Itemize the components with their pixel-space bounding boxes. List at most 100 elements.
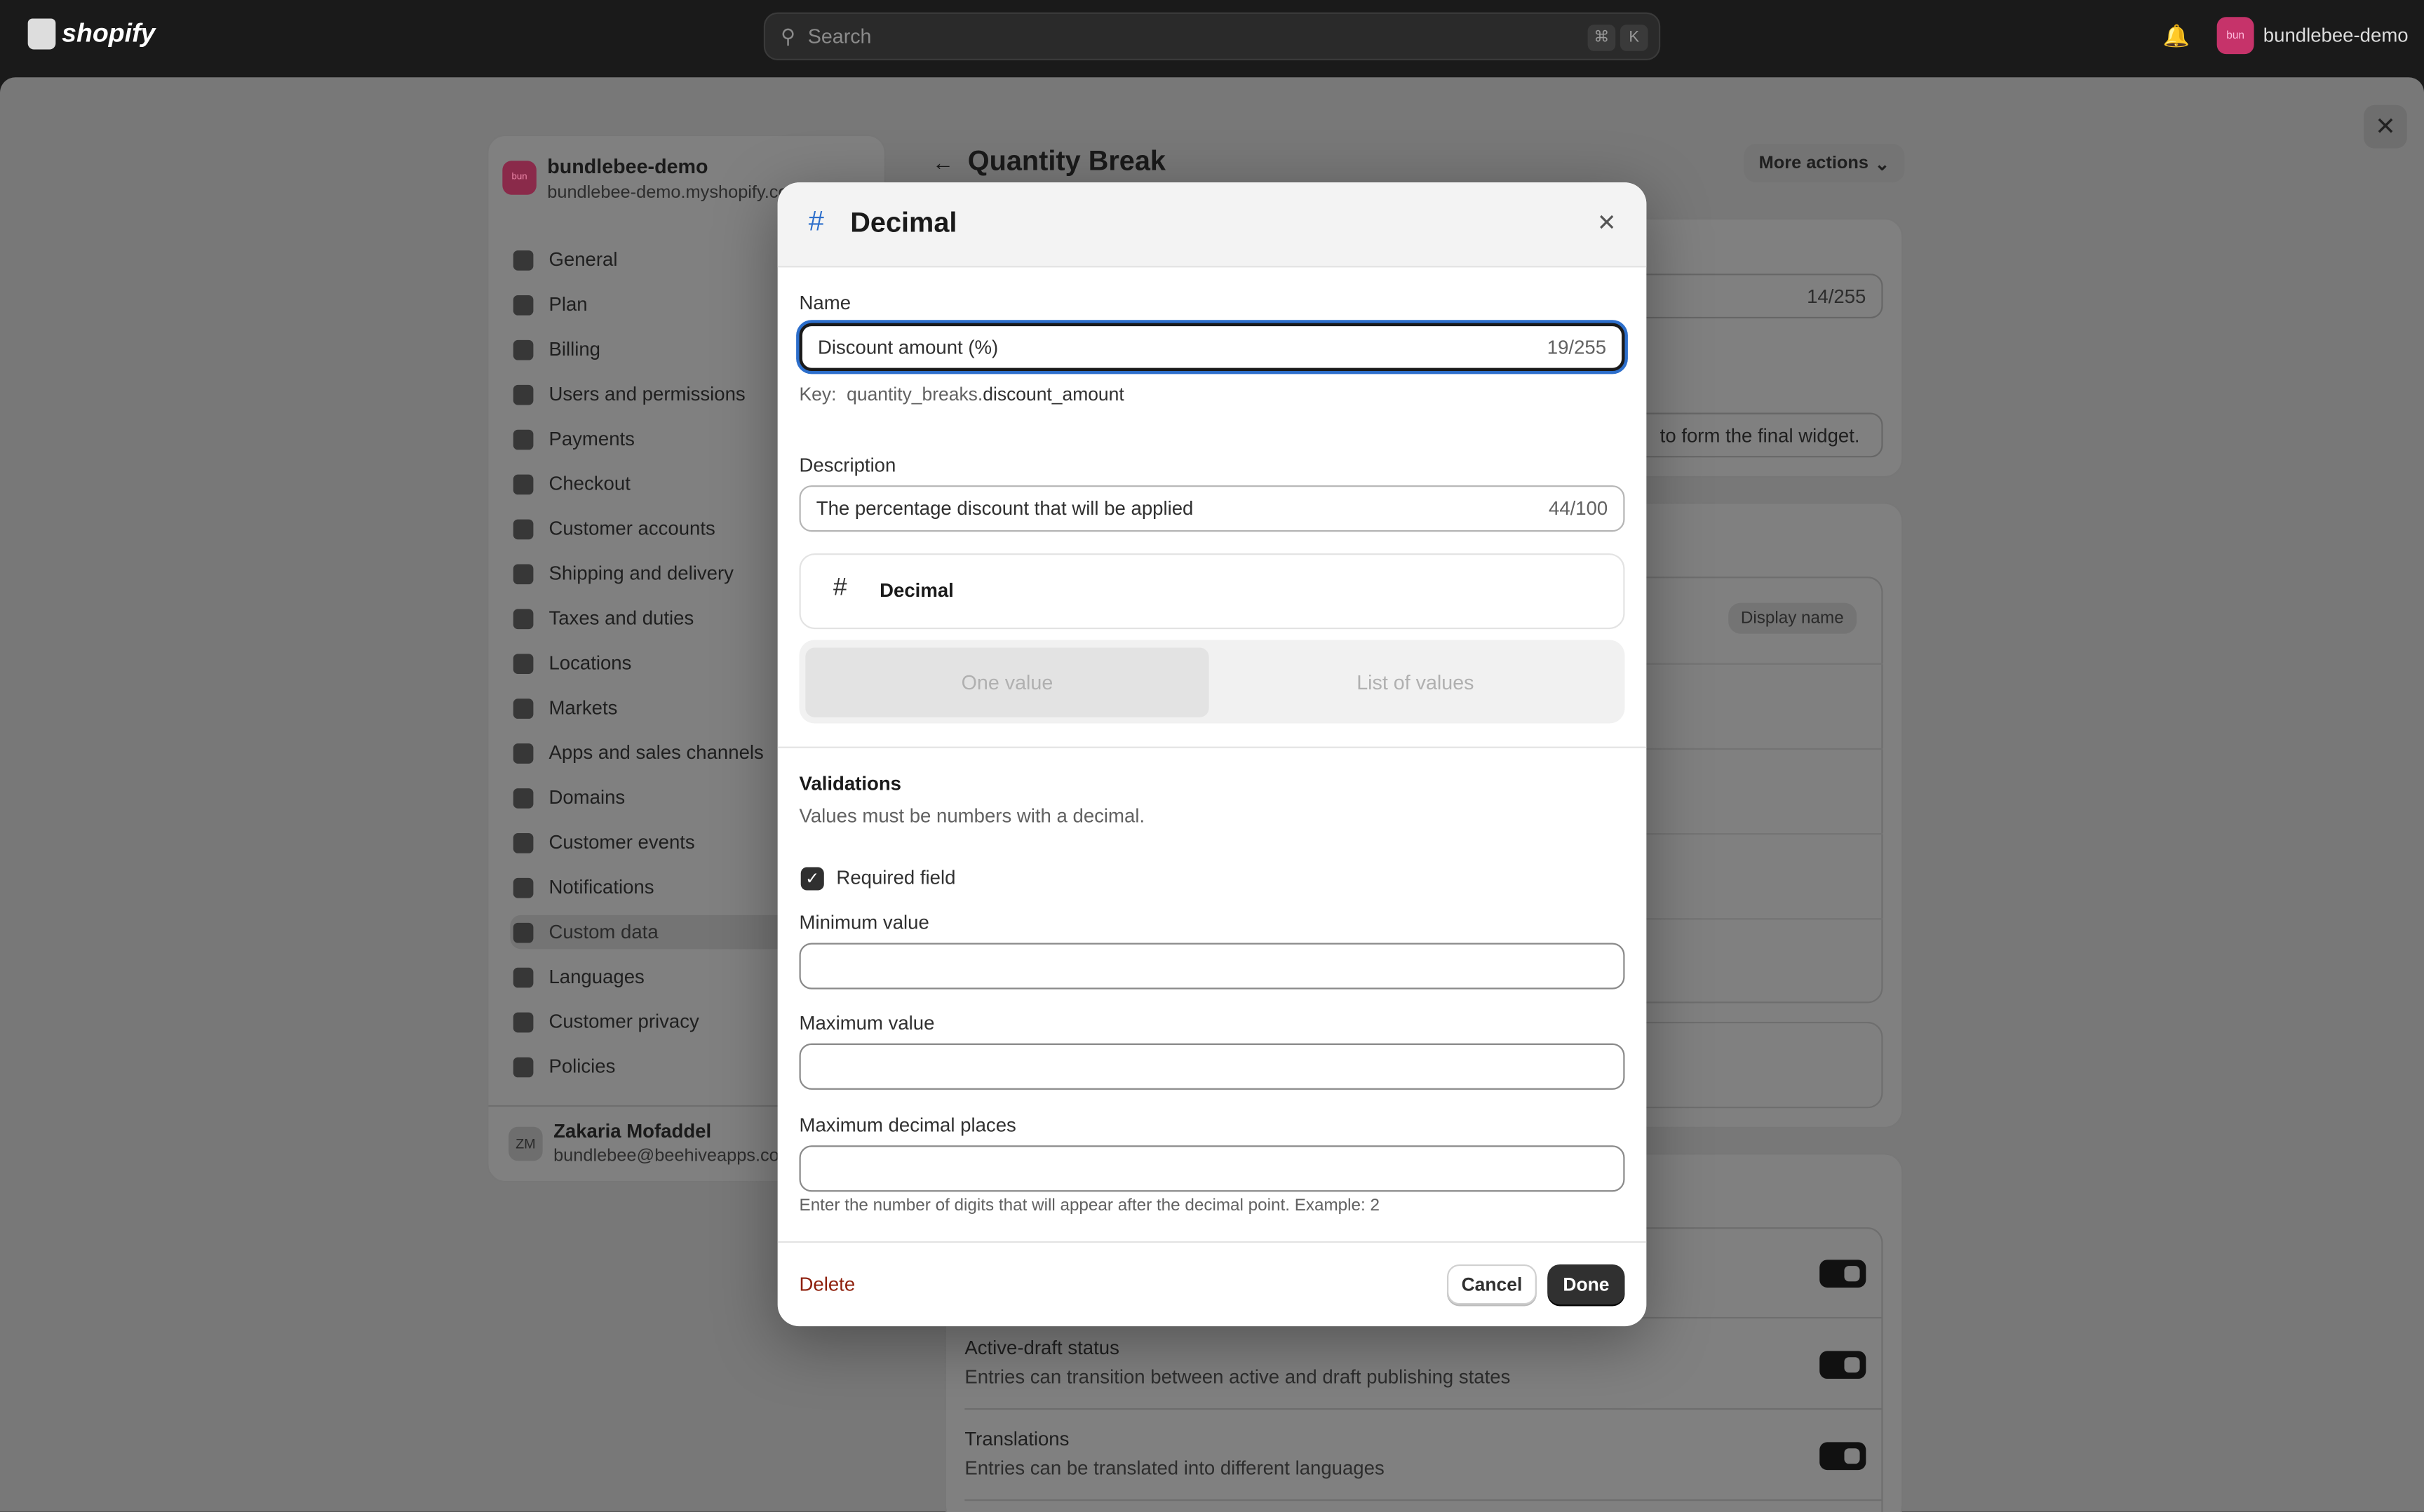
validations-title: Validations [799, 773, 901, 795]
decimal-places-input[interactable] [799, 1145, 1625, 1192]
delete-button[interactable]: Delete [800, 1274, 856, 1295]
more-actions-label: More actions [1758, 154, 1868, 173]
sidebar-item-icon [513, 563, 534, 584]
store-avatar: bun [2216, 17, 2254, 55]
back-arrow-icon[interactable]: ← [932, 150, 954, 175]
kbd-cmd: ⌘ [1587, 25, 1616, 51]
name-count: 19/255 [1547, 336, 1607, 358]
option-desc: Entries can transition between active an… [964, 1366, 1511, 1389]
sidebar-item-label: Languages [548, 966, 645, 988]
sidebar-item-icon [513, 877, 534, 898]
sidebar-item-label: Payments [548, 428, 635, 450]
sidebar-item-icon [513, 698, 534, 718]
sidebar-item-label: Locations [548, 652, 632, 674]
decimals-label: Maximum decimal places [799, 1114, 1016, 1137]
name-label: Name [799, 292, 851, 314]
sidebar-item-label: Customer events [548, 831, 695, 853]
name-input[interactable]: Discount amount (%) 19/255 [799, 323, 1625, 371]
decimals-help: Enter the number of digits that will app… [799, 1196, 1380, 1215]
cancel-button[interactable]: Cancel [1447, 1264, 1537, 1305]
sidebar-item-icon [513, 787, 534, 808]
modal-header: # Decimal ✕ [777, 182, 1647, 268]
value-mode-segmented: One value List of values [799, 640, 1625, 724]
chevron-down-icon: ⌄ [1874, 155, 1890, 174]
description-value: The percentage discount that will be app… [816, 497, 1194, 520]
max-label: Maximum value [799, 1012, 935, 1034]
description-count: 44/100 [1548, 497, 1608, 520]
search-input[interactable]: ⚲ Search ⌘ K [763, 12, 1661, 60]
hash-icon: # [833, 574, 847, 602]
sidebar-item-label: Custom data [548, 921, 659, 943]
required-checkbox[interactable]: ✓ [800, 867, 824, 891]
hash-icon: # [808, 205, 824, 237]
search-placeholder: Search [807, 25, 872, 48]
brand-text: shopify [62, 18, 156, 48]
validations-subtitle: Values must be numbers with a decimal. [799, 805, 1145, 828]
name-count: 14/255 [1807, 285, 1866, 307]
min-value-input[interactable] [799, 943, 1625, 990]
key-suffix[interactable]: discount_amount [983, 384, 1124, 405]
page-title: Quantity Break [967, 145, 1166, 177]
sidebar-item-label: Notifications [548, 876, 654, 898]
done-button[interactable]: Done [1547, 1264, 1625, 1305]
name-value: Discount amount (%) [817, 336, 999, 358]
max-value-input[interactable] [799, 1043, 1625, 1090]
sidebar-item-label: Domains [548, 786, 626, 809]
translations-toggle[interactable] [1819, 1442, 1866, 1471]
close-settings-button[interactable]: ✕ [2364, 104, 2407, 149]
sidebar-item-icon [513, 1056, 534, 1077]
sidebar-item-label: Taxes and duties [548, 607, 694, 630]
key-line: Key: quantity_breaks.discount_amount [800, 384, 1124, 405]
user-avatar: ZM [509, 1126, 543, 1161]
type-selector[interactable]: # Decimal [799, 553, 1625, 630]
kbd-k: K [1620, 25, 1648, 51]
option-desc: Entries can be translated into different… [964, 1457, 1385, 1480]
min-label: Minimum value [799, 912, 929, 934]
option-title: Translations [964, 1428, 1070, 1450]
bell-icon[interactable]: 🔔 [2163, 23, 2190, 49]
sidebar-item-icon [513, 743, 534, 763]
sidebar-item-icon [513, 294, 534, 315]
store-name: bundlebee-demo [547, 154, 708, 178]
modal-title: Decimal [850, 207, 957, 238]
sidebar-item-label: Apps and sales channels [548, 741, 764, 764]
sidebar-item-label: Checkout [548, 473, 631, 495]
description-fragment: to form the final widget. [1659, 424, 1860, 446]
store-name: bundlebee-demo [2263, 25, 2409, 47]
close-icon[interactable]: ✕ [1597, 209, 1617, 236]
sidebar-item-label: Customer accounts [548, 518, 715, 540]
option-title: Active-draft status [964, 1337, 1119, 1359]
shopify-logo[interactable]: shopify [27, 18, 156, 50]
shopify-bag-icon [27, 18, 56, 50]
more-actions-button[interactable]: More actions ⌄ [1744, 143, 1905, 183]
sidebar-item-icon [513, 922, 534, 943]
tab-one-value[interactable]: One value [805, 647, 1209, 717]
sidebar-item-icon [513, 518, 534, 539]
sidebar-item-label: Users and permissions [548, 383, 746, 405]
sidebar-item-icon [513, 608, 534, 628]
sidebar-item-label: Shipping and delivery [548, 562, 734, 585]
key-prefix: quantity_breaks. [847, 383, 983, 405]
sidebar-item-label: Markets [548, 697, 618, 719]
sidebar-item-icon [513, 473, 534, 494]
store-menu[interactable]: bun bundlebee-demo [2216, 17, 2409, 55]
sidebar-item-label: General [548, 248, 618, 271]
sidebar-item-icon [513, 653, 534, 673]
active-draft-toggle[interactable] [1819, 1351, 1866, 1379]
option-toggle[interactable] [1819, 1260, 1866, 1288]
display-name-badge: Display name [1728, 602, 1857, 634]
description-input[interactable]: The percentage discount that will be app… [799, 485, 1625, 532]
sidebar-item-icon [513, 339, 534, 360]
sidebar-item-label: Plan [548, 293, 588, 316]
sidebar-item-label: Policies [548, 1055, 616, 1078]
tab-list-of-values[interactable]: List of values [1212, 648, 1619, 717]
description-label: Description [799, 454, 896, 476]
sidebar-item-label: Billing [548, 338, 600, 360]
key-label: Key: [799, 383, 837, 405]
sidebar-item-icon [513, 384, 534, 405]
sidebar-item-icon [513, 832, 534, 853]
sidebar-item-icon [513, 1011, 534, 1032]
search-icon: ⚲ [781, 24, 796, 48]
sidebar-item-icon [513, 966, 534, 987]
store-avatar: bun [502, 161, 537, 195]
